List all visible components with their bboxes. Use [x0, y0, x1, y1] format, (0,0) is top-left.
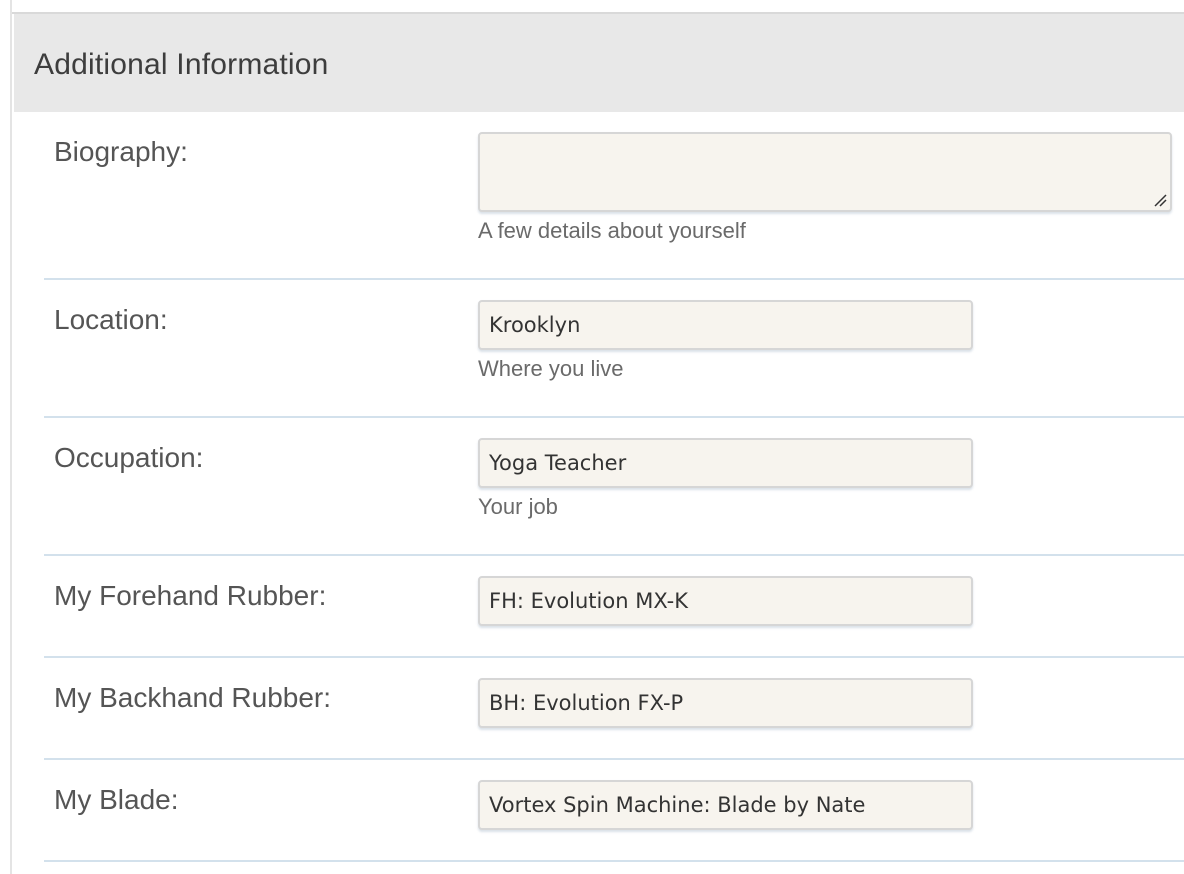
location-value: Krooklyn [489, 313, 581, 337]
location-row: Location: Krooklyn Where you live [44, 280, 1184, 418]
blade-input[interactable]: Vortex Spin Machine: Blade by Nate [478, 780, 973, 830]
blade-value: Vortex Spin Machine: Blade by Nate [489, 793, 866, 817]
backhand-rubber-input[interactable]: BH: Evolution FX-P [478, 678, 973, 728]
location-label: Location: [54, 304, 168, 335]
occupation-input[interactable]: Yoga Teacher [478, 438, 973, 488]
section-header: Additional Information [14, 14, 1184, 112]
occupation-value: Yoga Teacher [489, 451, 627, 475]
biography-textarea[interactable] [478, 132, 1172, 212]
backhand-rubber-value: BH: Evolution FX-P [489, 691, 684, 715]
location-input[interactable]: Krooklyn [478, 300, 973, 350]
left-border [0, 0, 12, 874]
location-hint: Where you live [478, 356, 624, 381]
forehand-rubber-label: My Forehand Rubber: [54, 580, 327, 611]
occupation-row: Occupation: Yoga Teacher Your job [44, 418, 1184, 556]
occupation-hint: Your job [478, 494, 558, 519]
blade-row: My Blade: Vortex Spin Machine: Blade by … [44, 760, 1184, 862]
blade-label: My Blade: [54, 784, 179, 815]
resize-grip-icon[interactable] [1153, 193, 1167, 207]
top-divider [12, 0, 1184, 14]
backhand-rubber-label: My Backhand Rubber: [54, 682, 332, 713]
additional-information-page: Additional Information Biography: A few … [0, 0, 1184, 874]
backhand-rubber-row: My Backhand Rubber: BH: Evolution FX-P [44, 658, 1184, 760]
biography-hint: A few details about yourself [478, 218, 746, 243]
forehand-rubber-row: My Forehand Rubber: FH: Evolution MX-K [44, 556, 1184, 658]
section-title: Additional Information [34, 48, 329, 81]
occupation-label: Occupation: [54, 442, 204, 473]
biography-row: Biography: A few details about yourself [44, 112, 1184, 280]
forehand-rubber-input[interactable]: FH: Evolution MX-K [478, 576, 973, 626]
biography-label: Biography: [54, 136, 188, 167]
forehand-rubber-value: FH: Evolution MX-K [489, 589, 689, 613]
